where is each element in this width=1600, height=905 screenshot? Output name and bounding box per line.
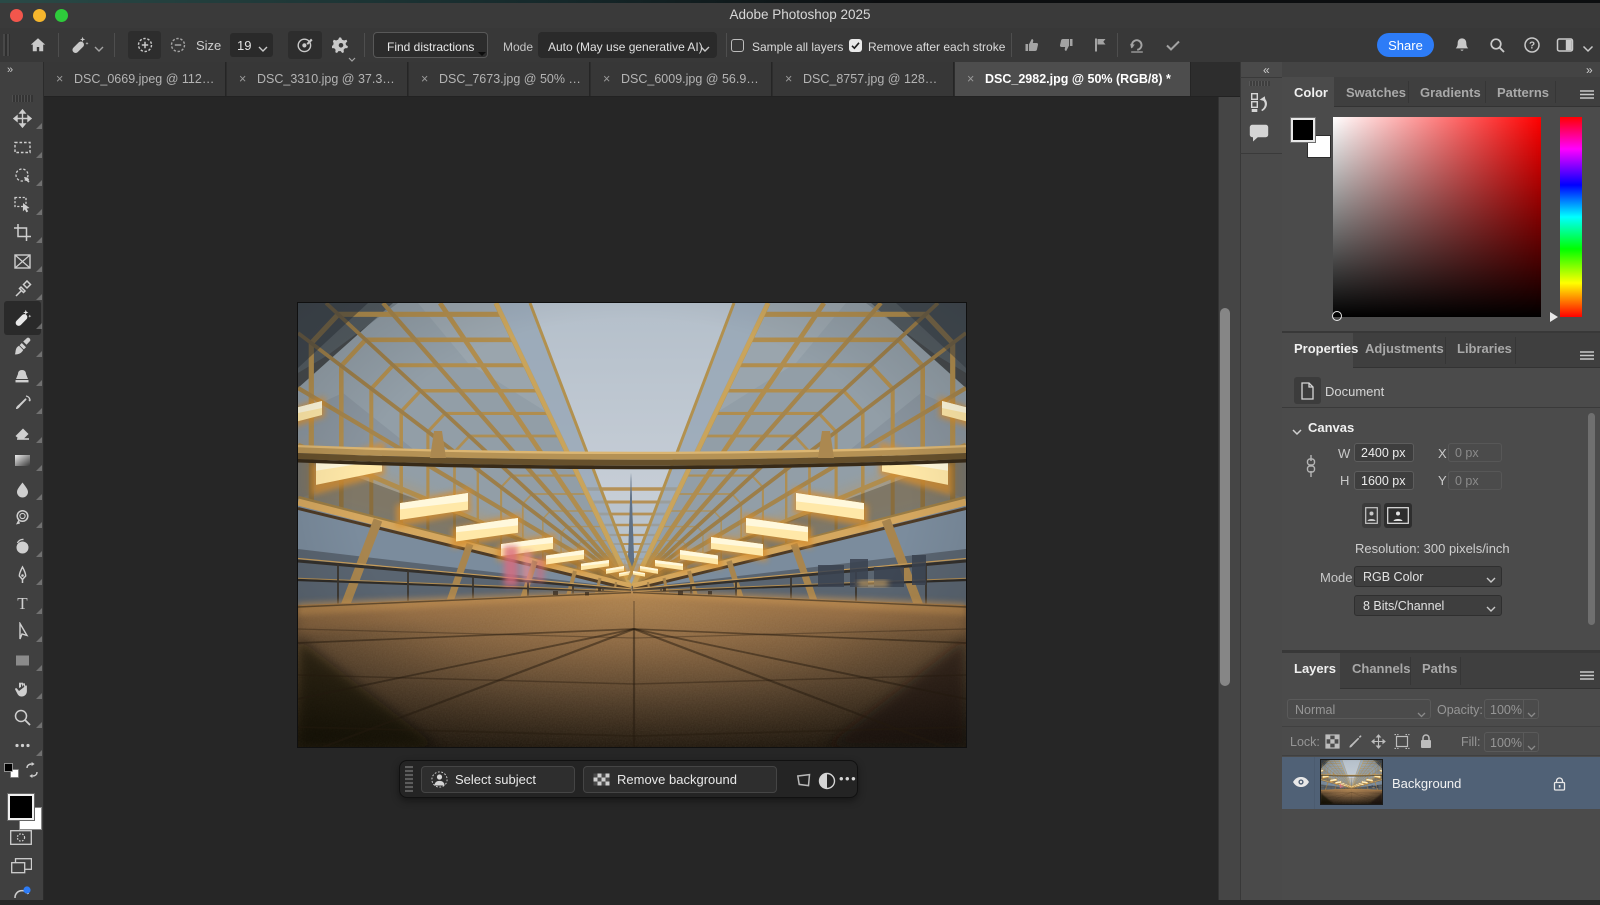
svg-text:T: T [17, 594, 28, 613]
svg-text:?: ? [1529, 41, 1535, 52]
